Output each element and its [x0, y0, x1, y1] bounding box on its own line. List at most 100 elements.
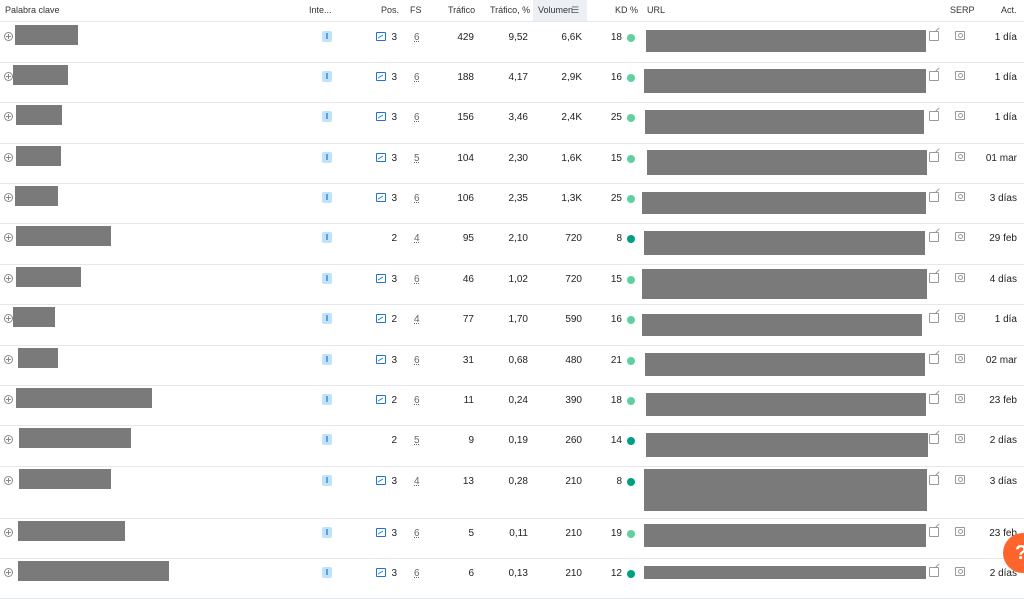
keyword-redacted[interactable] — [18, 521, 125, 541]
col-updated[interactable]: Act. — [1001, 5, 1017, 15]
keyword-redacted[interactable] — [16, 146, 61, 166]
add-keyword-icon[interactable] — [4, 568, 13, 577]
volume-value: 210 — [565, 568, 582, 579]
keyword-redacted[interactable] — [15, 25, 78, 45]
url-redacted[interactable] — [642, 192, 926, 214]
external-link-icon[interactable] — [929, 111, 939, 121]
add-keyword-icon[interactable] — [4, 435, 13, 444]
col-intent[interactable]: Inte... — [309, 5, 332, 15]
url-redacted[interactable] — [642, 269, 927, 299]
volume-value: 2,9K — [561, 72, 582, 83]
url-redacted[interactable] — [646, 433, 928, 457]
keyword-redacted[interactable] — [19, 428, 131, 448]
keyword-redacted[interactable] — [16, 105, 62, 125]
serp-preview-icon[interactable] — [955, 434, 965, 443]
serp-preview-icon[interactable] — [955, 354, 965, 363]
serp-preview-icon[interactable] — [955, 192, 965, 201]
serp-feature-image-icon — [376, 314, 386, 323]
serp-preview-icon[interactable] — [955, 111, 965, 120]
external-link-icon[interactable] — [929, 273, 939, 283]
serp-preview-icon[interactable] — [955, 475, 965, 484]
add-keyword-icon[interactable] — [4, 32, 13, 41]
url-redacted[interactable] — [645, 353, 925, 376]
volume-value: 720 — [565, 274, 582, 285]
add-keyword-icon[interactable] — [4, 528, 13, 537]
add-keyword-icon[interactable] — [4, 233, 13, 242]
col-traffic-pct[interactable]: Tráfico, % — [490, 5, 530, 15]
url-redacted[interactable] — [645, 110, 924, 134]
serp-preview-icon[interactable] — [955, 152, 965, 161]
col-url[interactable]: URL — [647, 5, 665, 15]
intent-badge: I — [322, 434, 332, 445]
external-link-icon[interactable] — [929, 313, 939, 323]
external-link-icon[interactable] — [929, 475, 939, 485]
external-link-icon[interactable] — [929, 527, 939, 537]
col-volume[interactable]: Volumen — [538, 5, 573, 15]
url-redacted[interactable] — [642, 314, 922, 336]
keyword-redacted[interactable] — [16, 226, 111, 246]
kd-value: 18 — [610, 32, 622, 43]
col-fs[interactable]: FS — [410, 5, 422, 15]
serp-preview-icon[interactable] — [955, 273, 965, 282]
add-keyword-icon[interactable] — [4, 193, 13, 202]
keyword-redacted[interactable] — [18, 348, 58, 368]
url-redacted[interactable] — [644, 231, 925, 255]
kd-value: 18 — [610, 395, 622, 406]
external-link-icon[interactable] — [929, 232, 939, 242]
updated-value: 1 día — [994, 72, 1017, 83]
add-keyword-icon[interactable] — [4, 72, 13, 81]
url-redacted[interactable] — [644, 524, 926, 547]
add-keyword-icon[interactable] — [4, 355, 13, 364]
traffic-pct-value: 2,10 — [508, 233, 528, 244]
col-kd[interactable]: KD % — [615, 5, 638, 15]
serp-preview-icon[interactable] — [955, 527, 965, 536]
url-redacted[interactable] — [644, 566, 926, 579]
kd-value: 25 — [610, 193, 622, 204]
serp-feature-image-icon — [376, 32, 386, 41]
external-link-icon[interactable] — [929, 567, 939, 577]
url-redacted[interactable] — [647, 150, 927, 175]
serp-preview-icon[interactable] — [955, 71, 965, 80]
add-keyword-icon[interactable] — [4, 274, 13, 283]
traffic-pct-value: 3,46 — [508, 112, 528, 123]
serp-preview-icon[interactable] — [955, 313, 965, 322]
keyword-redacted[interactable] — [13, 307, 55, 327]
add-keyword-icon[interactable] — [4, 153, 13, 162]
col-position[interactable]: Pos. — [381, 5, 399, 15]
keyword-redacted[interactable] — [19, 469, 111, 489]
position-value: 3 — [391, 274, 397, 285]
col-traffic[interactable]: Tráfico — [448, 5, 475, 15]
external-link-icon[interactable] — [929, 434, 939, 444]
position-value: 3 — [391, 568, 397, 579]
url-redacted[interactable] — [644, 69, 926, 93]
url-redacted[interactable] — [644, 469, 927, 511]
add-keyword-icon[interactable] — [4, 476, 13, 485]
add-keyword-icon[interactable] — [4, 395, 13, 404]
col-serp[interactable]: SERP — [950, 5, 975, 15]
external-link-icon[interactable] — [929, 394, 939, 404]
keyword-redacted[interactable] — [16, 267, 81, 287]
serp-preview-icon[interactable] — [955, 567, 965, 576]
serp-preview-icon[interactable] — [955, 394, 965, 403]
serp-preview-icon[interactable] — [955, 232, 965, 241]
keyword-redacted[interactable] — [16, 388, 152, 408]
traffic-value: 31 — [462, 355, 474, 366]
external-link-icon[interactable] — [929, 31, 939, 41]
url-redacted[interactable] — [646, 30, 926, 52]
keyword-redacted[interactable] — [13, 65, 68, 85]
external-link-icon[interactable] — [929, 192, 939, 202]
url-redacted[interactable] — [646, 393, 926, 416]
external-link-icon[interactable] — [929, 354, 939, 364]
add-keyword-icon[interactable] — [4, 112, 13, 121]
keyword-redacted[interactable] — [18, 561, 169, 581]
external-link-icon[interactable] — [929, 71, 939, 81]
add-keyword-icon[interactable] — [4, 314, 13, 323]
traffic-pct-value: 4,17 — [508, 72, 528, 83]
col-keyword[interactable]: Palabra clave — [5, 5, 60, 15]
sort-desc-icon[interactable]: ☰ — [571, 5, 579, 16]
keyword-redacted[interactable] — [15, 186, 58, 206]
serp-feature-image-icon — [376, 528, 386, 537]
serp-preview-icon[interactable] — [955, 31, 965, 40]
external-link-icon[interactable] — [929, 152, 939, 162]
updated-value: 1 día — [994, 112, 1017, 123]
